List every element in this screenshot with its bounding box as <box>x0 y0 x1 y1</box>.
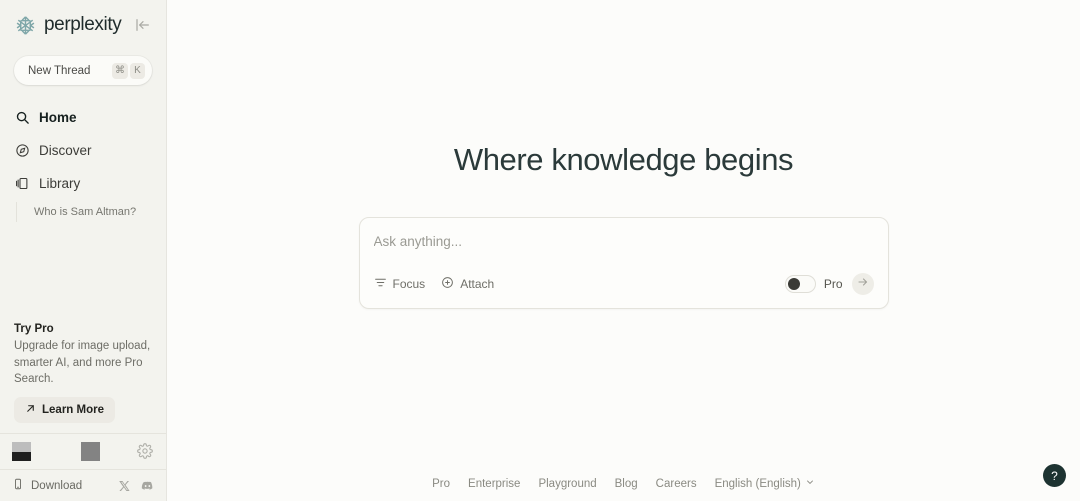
download-label: Download <box>31 479 83 492</box>
main-content: Where knowledge begins Focus <box>167 0 1080 501</box>
footer: Pro Enterprise Playground Blog Careers E… <box>167 477 1080 490</box>
language-label: English (English) <box>714 477 801 490</box>
shortcut-key: K <box>130 62 145 79</box>
chevron-down-icon <box>805 477 815 490</box>
focus-button[interactable]: Focus <box>374 276 426 292</box>
sidebar-item-library[interactable]: Library <box>14 167 152 200</box>
sidebar-bottom-row: Download <box>0 469 166 501</box>
sidebar: perplexity New Thread ⌘ K Home Discover … <box>0 0 167 501</box>
avatar-secondary[interactable] <box>81 442 100 461</box>
footer-link-pro[interactable]: Pro <box>432 478 450 490</box>
attach-button[interactable]: Attach <box>441 276 494 292</box>
sidebar-item-home[interactable]: Home <box>14 101 152 134</box>
try-pro-description: Upgrade for image upload, smarter AI, an… <box>14 339 151 386</box>
social-links <box>118 479 154 492</box>
shortcut-modifier-key: ⌘ <box>112 62 128 79</box>
language-selector[interactable]: English (English) <box>715 477 815 490</box>
account-row <box>0 434 166 469</box>
help-button[interactable]: ? <box>1043 464 1066 487</box>
download-button[interactable]: Download <box>12 478 82 493</box>
search-icon <box>14 110 30 126</box>
footer-link-enterprise[interactable]: Enterprise <box>468 478 520 490</box>
try-pro-title: Try Pro <box>14 322 54 335</box>
footer-link-careers[interactable]: Careers <box>656 478 697 490</box>
phone-icon <box>12 478 24 493</box>
learn-more-label: Learn More <box>42 404 104 416</box>
try-pro-card: Try Pro Upgrade for image upload, smarte… <box>0 323 166 433</box>
composer-right-controls: Pro <box>785 273 874 295</box>
footer-link-blog[interactable]: Blog <box>615 478 638 490</box>
pro-toggle[interactable] <box>785 276 815 292</box>
search-input[interactable] <box>373 234 874 249</box>
sidebar-nav: Home Discover Library Who is Sam Altman? <box>14 101 152 222</box>
submit-button[interactable] <box>851 273 874 295</box>
x-twitter-icon[interactable] <box>118 480 130 492</box>
collapse-sidebar-icon[interactable] <box>134 16 152 34</box>
list-item[interactable]: Who is Sam Altman? <box>24 202 152 222</box>
pro-label: Pro <box>823 277 843 291</box>
sidebar-top: perplexity New Thread ⌘ K Home Discover … <box>0 0 166 222</box>
new-thread-label: New Thread <box>28 64 91 77</box>
plus-circle-icon <box>441 276 454 292</box>
compass-icon <box>14 143 30 159</box>
composer-toolbar: Focus Attach Pro <box>374 273 874 295</box>
avatar[interactable] <box>12 442 31 461</box>
brand-row: perplexity <box>14 0 152 50</box>
app-root: perplexity New Thread ⌘ K Home Discover … <box>0 0 1080 501</box>
gear-icon[interactable] <box>137 443 154 460</box>
arrow-right-icon <box>857 275 869 293</box>
new-thread-shortcut: ⌘ K <box>112 62 145 79</box>
focus-label: Focus <box>392 277 426 291</box>
library-icon <box>14 176 30 192</box>
pro-toggle-knob <box>787 278 800 290</box>
sidebar-item-label-home: Home <box>39 110 77 125</box>
page-title: Where knowledge begins <box>453 142 794 177</box>
sliders-icon <box>374 276 387 292</box>
learn-more-button[interactable]: Learn More <box>14 397 115 423</box>
discord-icon[interactable] <box>141 479 154 492</box>
avatar-placeholder-top <box>12 442 31 452</box>
thread-list: Who is Sam Altman? <box>16 202 152 222</box>
new-thread-button[interactable]: New Thread ⌘ K <box>14 56 152 85</box>
sidebar-item-label-library: Library <box>39 176 81 191</box>
sidebar-item-label-discover: Discover <box>39 143 92 158</box>
attach-label: Attach <box>460 277 495 291</box>
brand-name: perplexity <box>44 14 122 35</box>
composer: Focus Attach Pro <box>358 217 889 309</box>
sidebar-item-discover[interactable]: Discover <box>14 134 152 167</box>
footer-link-playground[interactable]: Playground <box>538 478 596 490</box>
arrow-up-right-icon <box>25 403 36 417</box>
avatar-placeholder-bottom <box>12 451 31 461</box>
perplexity-logo-icon <box>16 15 35 35</box>
